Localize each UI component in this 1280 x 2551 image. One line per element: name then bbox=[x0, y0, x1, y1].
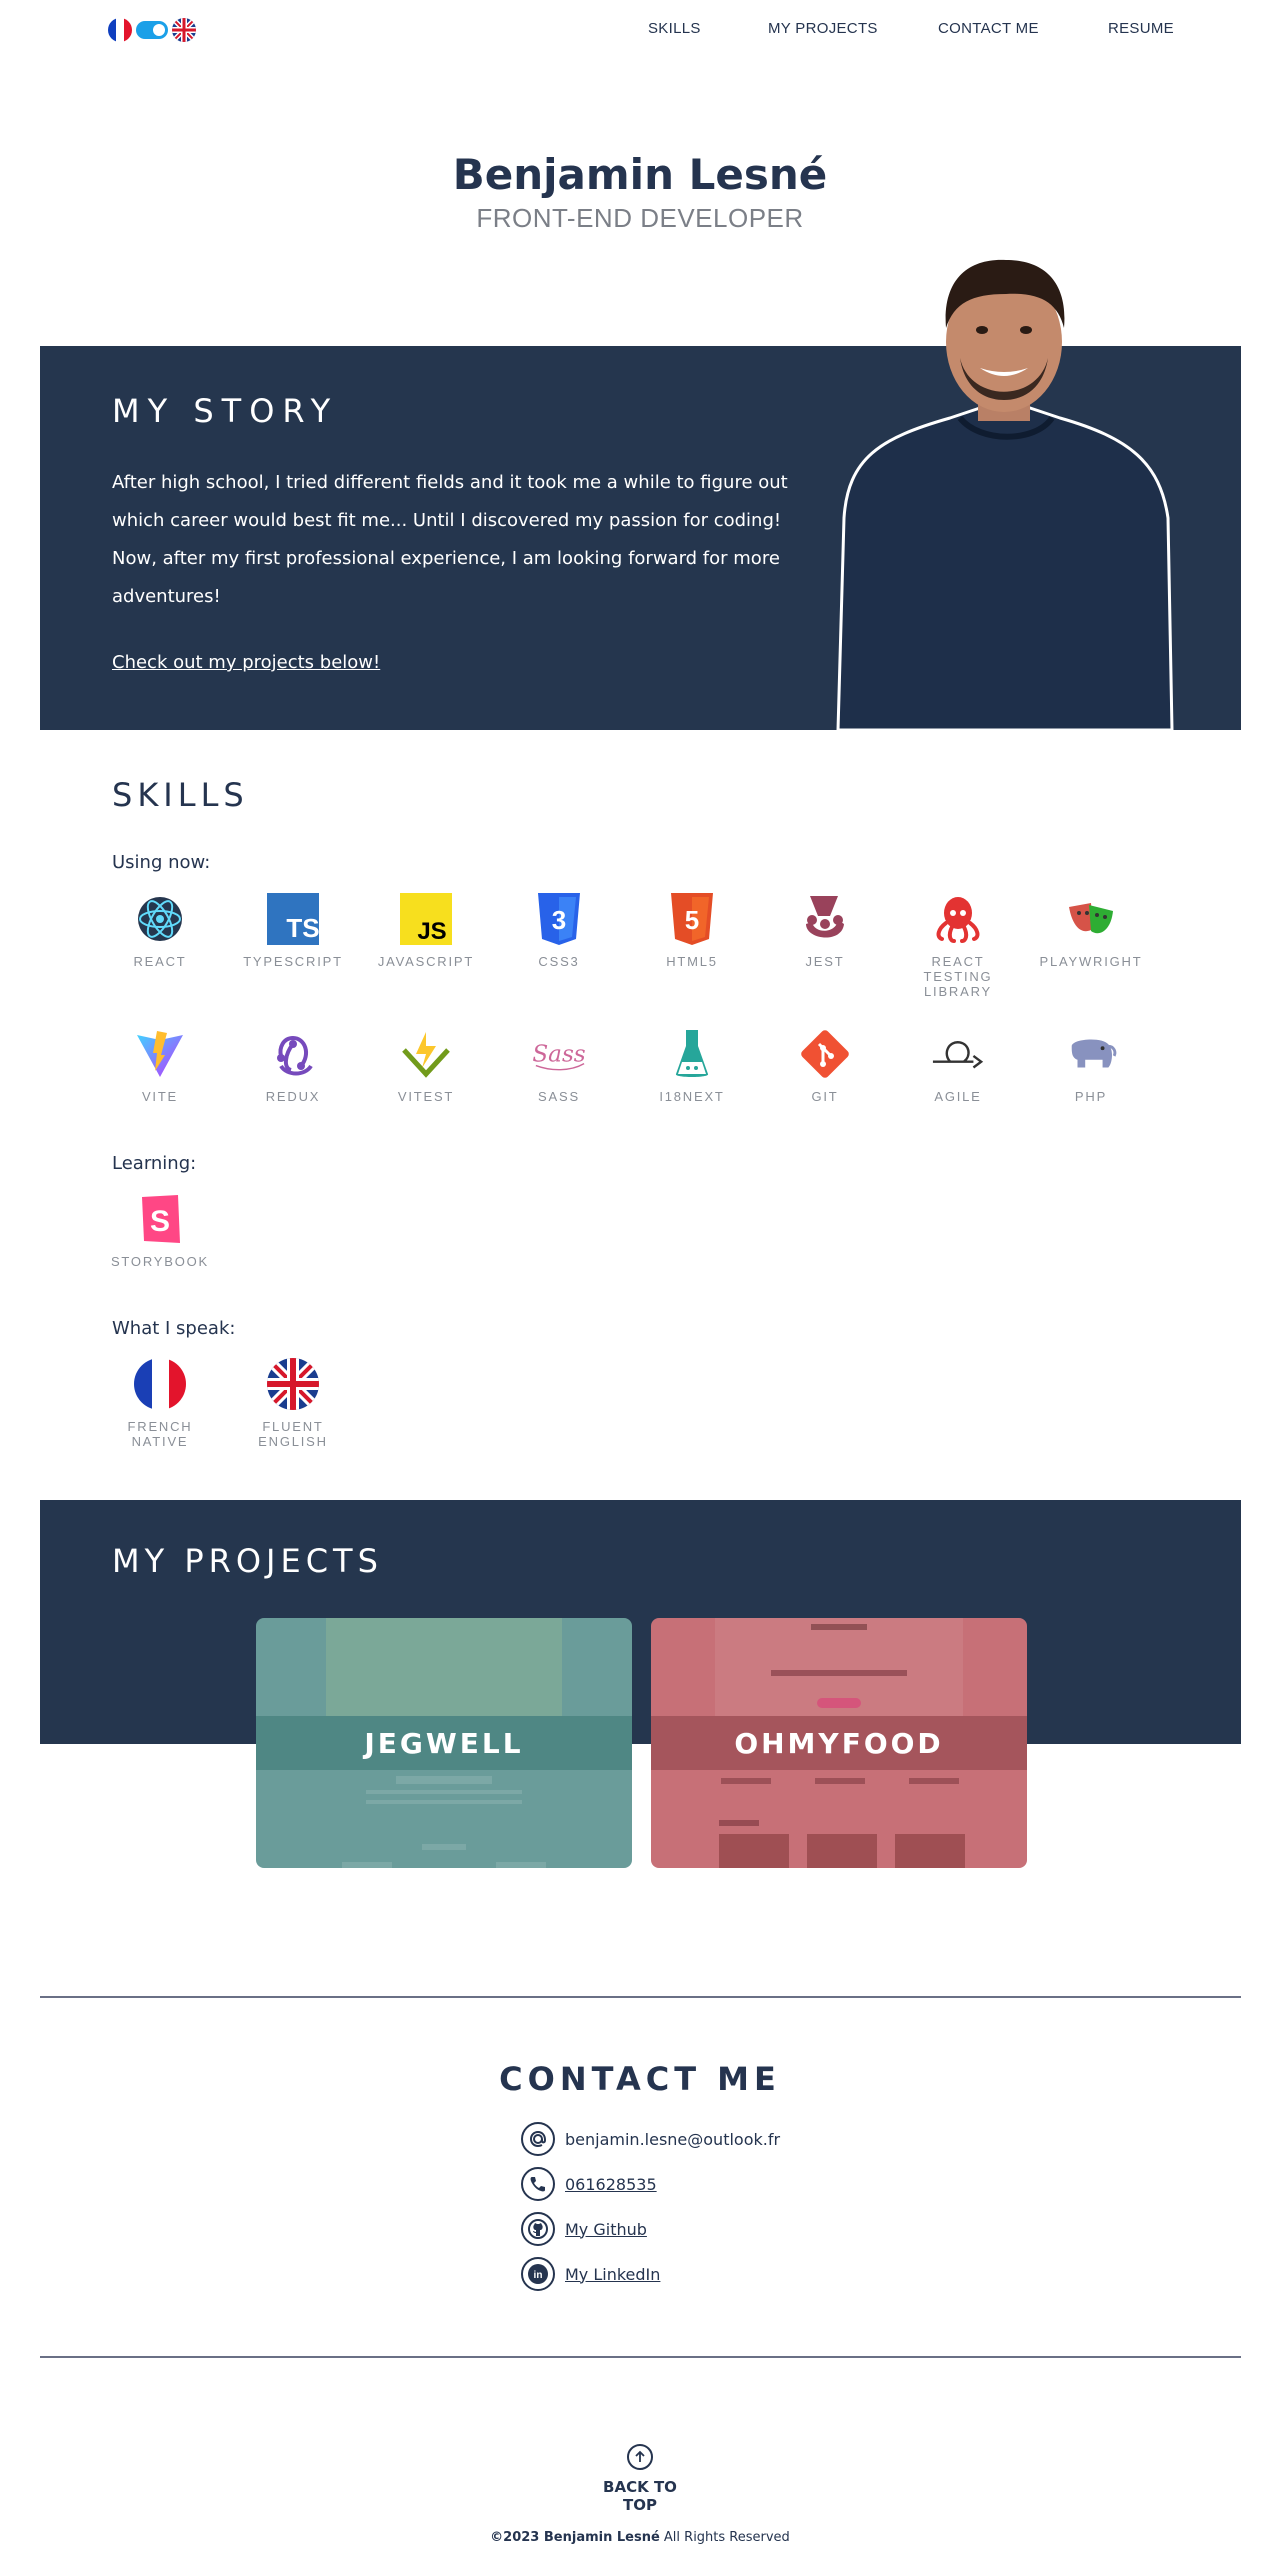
vitest-icon bbox=[399, 1027, 453, 1081]
language-toggle[interactable] bbox=[136, 21, 168, 39]
javascript-icon: JS bbox=[399, 892, 453, 946]
contact-linkedin: in My LinkedIn bbox=[521, 2257, 660, 2291]
playwright-icon bbox=[1064, 892, 1118, 946]
french-flag-icon[interactable] bbox=[108, 18, 132, 42]
i18next-icon bbox=[665, 1027, 719, 1081]
skill-vitest: VITEST bbox=[366, 1027, 486, 1104]
uk-flag-icon bbox=[266, 1357, 320, 1411]
story-title: MY STORY bbox=[112, 392, 339, 430]
skill-vite: VITE bbox=[100, 1027, 220, 1104]
svg-text:Sass: Sass bbox=[532, 1042, 585, 1068]
french-flag-icon bbox=[133, 1357, 187, 1411]
language-english: FLUENT ENGLISH bbox=[233, 1357, 353, 1449]
top-nav: SKILLS MY PROJECTS CONTACT ME RESUME bbox=[0, 0, 1280, 60]
svg-text:TS: TS bbox=[286, 913, 319, 943]
svg-text:S: S bbox=[150, 1205, 170, 1238]
skill-storybook: S STORYBOOK bbox=[100, 1192, 220, 1269]
projects-link[interactable]: Check out my projects below! bbox=[112, 652, 380, 673]
learning-label: Learning: bbox=[112, 1153, 197, 1174]
contact-title: CONTACT ME bbox=[499, 2060, 781, 2098]
project-title: JEGWELL bbox=[256, 1716, 632, 1770]
language-switcher[interactable] bbox=[108, 18, 196, 42]
page-title: Benjamin Lesné bbox=[452, 150, 828, 199]
github-icon bbox=[521, 2212, 555, 2246]
svg-text:in: in bbox=[534, 2270, 543, 2281]
projects-section: MY PROJECTS bbox=[40, 1500, 1241, 1744]
contact-github: My Github bbox=[521, 2212, 647, 2246]
git-icon bbox=[798, 1027, 852, 1081]
php-icon bbox=[1064, 1027, 1118, 1081]
svg-text:JS: JS bbox=[417, 918, 446, 945]
vite-icon bbox=[133, 1027, 187, 1081]
divider bbox=[40, 1996, 1241, 1998]
html5-icon: 5 bbox=[665, 892, 719, 946]
email-text: benjamin.lesne@outlook.fr bbox=[565, 2129, 781, 2149]
project-title: OHMYFOOD bbox=[651, 1716, 1027, 1770]
storybook-icon: S bbox=[133, 1192, 187, 1246]
nav-resume[interactable]: RESUME bbox=[1108, 20, 1174, 37]
typescript-icon: TS bbox=[266, 892, 320, 946]
redux-icon bbox=[266, 1027, 320, 1081]
project-card-jegwell[interactable]: JEGWELL bbox=[256, 1618, 632, 1868]
linkedin-link[interactable]: My LinkedIn bbox=[565, 2265, 660, 2284]
skill-css3: 3 CSS3 bbox=[499, 892, 619, 969]
nav-contact-me[interactable]: CONTACT ME bbox=[938, 20, 1039, 37]
portrait-photo bbox=[830, 258, 1175, 732]
skill-typescript: TS TYPESCRIPT bbox=[233, 892, 353, 969]
react-icon bbox=[133, 892, 187, 946]
at-icon bbox=[521, 2122, 555, 2156]
skill-react-testing-library: REACT TESTING LIBRARY bbox=[898, 892, 1018, 999]
skill-git: GIT bbox=[765, 1027, 885, 1104]
project-card-ohmyfood[interactable]: OHMYFOOD bbox=[651, 1618, 1027, 1868]
skill-php: PHP bbox=[1031, 1027, 1151, 1104]
agile-icon bbox=[931, 1027, 985, 1081]
phone-link[interactable]: 061628535 bbox=[565, 2175, 657, 2194]
skill-i18next: I18NEXT bbox=[632, 1027, 752, 1104]
skill-jest: JEST bbox=[765, 892, 885, 969]
skill-javascript: JS JAVASCRIPT bbox=[366, 892, 486, 969]
skill-sass: Sass SASS bbox=[499, 1027, 619, 1104]
svg-text:5: 5 bbox=[685, 905, 699, 935]
skill-html5: 5 HTML5 bbox=[632, 892, 752, 969]
story-text: After high school, I tried different fie… bbox=[112, 472, 788, 607]
projects-title: MY PROJECTS bbox=[112, 1542, 383, 1580]
back-to-top-button[interactable]: BACK TO TOP bbox=[600, 2444, 680, 2514]
skill-playwright: PLAYWRIGHT bbox=[1031, 892, 1151, 969]
phone-icon bbox=[521, 2167, 555, 2201]
language-french: FRENCH NATIVE bbox=[100, 1357, 220, 1449]
octopus-icon bbox=[931, 892, 985, 946]
nav-my-projects[interactable]: MY PROJECTS bbox=[768, 20, 878, 37]
linkedin-icon: in bbox=[521, 2257, 555, 2291]
css3-icon: 3 bbox=[532, 892, 586, 946]
copyright: ©2023 Benjamin Lesné All Rights Reserved bbox=[490, 2530, 790, 2545]
what-i-speak-label: What I speak: bbox=[112, 1318, 236, 1339]
divider bbox=[40, 2356, 1241, 2358]
contact-email: benjamin.lesne@outlook.fr bbox=[521, 2122, 780, 2156]
github-link[interactable]: My Github bbox=[565, 2220, 647, 2239]
skill-react: REACT bbox=[100, 892, 220, 969]
contact-phone: 061628535 bbox=[521, 2167, 657, 2201]
uk-flag-icon[interactable] bbox=[172, 18, 196, 42]
jest-icon bbox=[798, 892, 852, 946]
arrow-up-icon bbox=[627, 2444, 653, 2470]
skills-title: SKILLS bbox=[112, 776, 249, 814]
using-now-label: Using now: bbox=[112, 852, 211, 873]
svg-text:3: 3 bbox=[552, 905, 566, 935]
skill-redux: REDUX bbox=[233, 1027, 353, 1104]
skill-agile: AGILE bbox=[898, 1027, 1018, 1104]
job-title: FRONT-END DEVELOPER bbox=[476, 203, 804, 233]
sass-icon: Sass bbox=[532, 1027, 586, 1081]
nav-skills[interactable]: SKILLS bbox=[648, 20, 701, 37]
